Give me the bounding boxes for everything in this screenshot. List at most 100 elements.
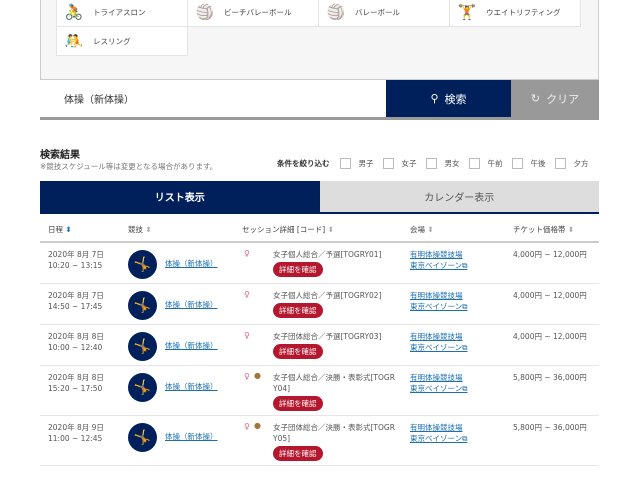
sport-cell[interactable]: 🏐 バレーボール: [318, 0, 450, 27]
sort-sport[interactable]: 競技 ⬍: [128, 224, 152, 235]
sort-date[interactable]: 日程 ⬍: [48, 224, 72, 235]
date-cell: 2020年 8月 7日 14:50 ~ 17:45: [48, 291, 104, 311]
search-button[interactable]: ⚲ 検索: [386, 80, 511, 117]
checkbox-icon[interactable]: [554, 158, 566, 169]
rhythmic-gymnastics-icon: 🤸: [128, 291, 157, 320]
venue-link[interactable]: 有明体操競技場 東京ベイゾーン⧉: [410, 422, 467, 444]
session-cell: 女子個人総合／決勝・表彰式[TOGRY04] 詳細を確認: [273, 372, 398, 411]
filter-option-label: 夕方: [573, 159, 589, 168]
rhythmic-gymnastics-icon: 🤸: [128, 250, 157, 279]
filter-checkbox[interactable]: 午前: [468, 158, 503, 169]
filter-bar: 条件を絞り込む 男子 女子 男女 午前 午後 夕方: [277, 158, 598, 169]
clear-button[interactable]: ↻ クリア: [511, 80, 599, 117]
checkbox-icon[interactable]: [468, 158, 480, 169]
female-icon: ♀: [244, 422, 250, 431]
filter-option-label: 男子: [358, 159, 374, 168]
volleyball-icon: 🏐: [326, 3, 346, 21]
tab-list[interactable]: リスト表示: [40, 181, 320, 212]
sport-label: レスリング: [93, 36, 131, 46]
external-link-icon: ⧉: [462, 434, 468, 443]
price-cell: 5,800円 ~ 36,000円: [513, 423, 587, 432]
detail-button[interactable]: 詳細を確認: [273, 344, 323, 359]
medal-icon: ●: [254, 421, 261, 430]
filter-checkbox[interactable]: 男女: [425, 158, 460, 169]
sport-cell[interactable]: 🏐 ビーチバレーボール: [187, 0, 319, 27]
sport-cell[interactable]: 🤼 レスリング: [56, 26, 188, 56]
sport-cell[interactable]: 🚴 トライアスロン: [56, 0, 188, 27]
wrestling-icon: 🤼: [64, 32, 84, 50]
checkbox-icon[interactable]: [339, 158, 351, 169]
sport-label: ウエイトリフティング: [486, 7, 561, 17]
table-row: 2020年 8月 7日 10:20 ~ 13:15 🤸 体操（新体操） ♀ 女子個…: [40, 243, 599, 284]
venue-link[interactable]: 有明体操競技場 東京ベイゾーン⧉: [410, 249, 467, 271]
price-cell: 4,000円 ~ 12,000円: [513, 332, 587, 341]
female-icon: ♀: [244, 372, 250, 381]
search-bar: ⚲ 検索 ↻ クリア: [40, 80, 599, 120]
checkbox-icon[interactable]: [511, 158, 523, 169]
filter-option-label: 女子: [401, 159, 417, 168]
sort-price[interactable]: チケット価格帯 ⬍: [513, 224, 574, 235]
session-cell: 女子団体総合／決勝・表彰式[TOGRY05] 詳細を確認: [273, 422, 398, 461]
external-link-icon: ⧉: [462, 343, 468, 352]
sport-label: ビーチバレーボール: [224, 7, 292, 17]
table-header: 日程 ⬍ 競技 ⬍ セッション詳細 [コード] ⬍ 会場 ⬍ チケット価格帯 ⬍: [40, 219, 599, 243]
filter-option-label: 午前: [487, 159, 503, 168]
refresh-icon: ↻: [530, 92, 541, 105]
session-cell: 女子団体総合／予選[TOGRY03] 詳細を確認: [273, 331, 398, 359]
detail-button[interactable]: 詳細を確認: [273, 262, 323, 277]
triathlon-icon: 🚴: [64, 3, 84, 21]
female-icon: ♀: [244, 331, 250, 340]
sport-filter-panel: 🚴 トライアスロン 🏐 ビーチバレーボール 🏐 バレーボール 🏋 ウエイトリフティング 🤼 レスリ…: [40, 0, 599, 80]
search-input[interactable]: [40, 80, 386, 117]
external-link-icon: ⧉: [462, 302, 468, 311]
beach-volleyball-icon: 🏐: [195, 3, 215, 21]
external-link-icon: ⧉: [462, 261, 468, 270]
results-note: ※競技スケジュール等は変更となる場合があります。: [40, 162, 218, 171]
sport-link[interactable]: 体操（新体操）: [165, 258, 218, 269]
sport-link[interactable]: 体操（新体操）: [165, 340, 218, 351]
detail-button[interactable]: 詳細を確認: [273, 396, 323, 411]
clear-button-label: クリア: [546, 92, 580, 106]
detail-button[interactable]: 詳細を確認: [273, 446, 323, 461]
venue-link[interactable]: 有明体操競技場 東京ベイゾーン⧉: [410, 372, 467, 394]
table-row: 2020年 8月 8日 10:00 ~ 12:40 🤸 体操（新体操） ♀ 女子団…: [40, 325, 599, 366]
female-icon: ♀: [244, 290, 250, 299]
sort-venue[interactable]: 会場 ⬍: [410, 224, 434, 235]
rhythmic-gymnastics-icon: 🤸: [128, 423, 157, 452]
filter-label: 条件を絞り込む: [277, 159, 330, 168]
view-tabs: リスト表示 カレンダー表示: [40, 181, 599, 214]
sort-session[interactable]: セッション詳細 [コード] ⬍: [242, 224, 334, 235]
price-cell: 5,800円 ~ 36,000円: [513, 373, 587, 382]
sport-label: バレーボール: [355, 7, 400, 17]
filter-option-label: 男女: [444, 159, 460, 168]
venue-link[interactable]: 有明体操競技場 東京ベイゾーン⧉: [410, 290, 467, 312]
filter-checkbox[interactable]: 女子: [382, 158, 417, 169]
sport-link[interactable]: 体操（新体操）: [165, 299, 218, 310]
rhythmic-gymnastics-icon: 🤸: [128, 332, 157, 361]
table-row: 2020年 8月 8日 15:20 ~ 17:50 🤸 体操（新体操） ♀ ● 女…: [40, 366, 599, 416]
date-cell: 2020年 8月 8日 10:00 ~ 12:40: [48, 332, 104, 352]
filter-checkbox[interactable]: 男子: [339, 158, 374, 169]
weightlifting-icon: 🏋: [457, 3, 477, 21]
filter-checkbox[interactable]: 夕方: [554, 158, 589, 169]
table-row: 2020年 8月 9日 11:00 ~ 12:45 🤸 体操（新体操） ♀ ● 女…: [40, 416, 599, 466]
date-cell: 2020年 8月 9日 11:00 ~ 12:45: [48, 423, 104, 443]
search-icon: ⚲: [430, 92, 439, 105]
filter-checkbox[interactable]: 午後: [511, 158, 546, 169]
price-cell: 4,000円 ~ 12,000円: [513, 291, 587, 300]
sport-grid: 🚴 トライアスロン 🏐 ビーチバレーボール 🏐 バレーボール 🏋 ウエイトリフティング 🤼 レスリ…: [56, 0, 581, 56]
checkbox-icon[interactable]: [425, 158, 437, 169]
tab-calendar[interactable]: カレンダー表示: [319, 181, 599, 212]
sport-cell[interactable]: 🏋 ウエイトリフティング: [449, 0, 581, 27]
sport-link[interactable]: 体操（新体操）: [165, 431, 218, 442]
session-cell: 女子個人総合／予選[TOGRY02] 詳細を確認: [273, 290, 398, 318]
table-row: 2020年 8月 7日 14:50 ~ 17:45 🤸 体操（新体操） ♀ 女子個…: [40, 284, 599, 325]
female-icon: ♀: [244, 249, 250, 258]
rhythmic-gymnastics-icon: 🤸: [128, 373, 157, 402]
venue-link[interactable]: 有明体操競技場 東京ベイゾーン⧉: [410, 331, 467, 353]
detail-button[interactable]: 詳細を確認: [273, 303, 323, 318]
checkbox-icon[interactable]: [382, 158, 394, 169]
search-button-label: 検索: [444, 92, 467, 106]
medal-icon: ●: [254, 371, 261, 380]
sport-link[interactable]: 体操（新体操）: [165, 381, 218, 392]
